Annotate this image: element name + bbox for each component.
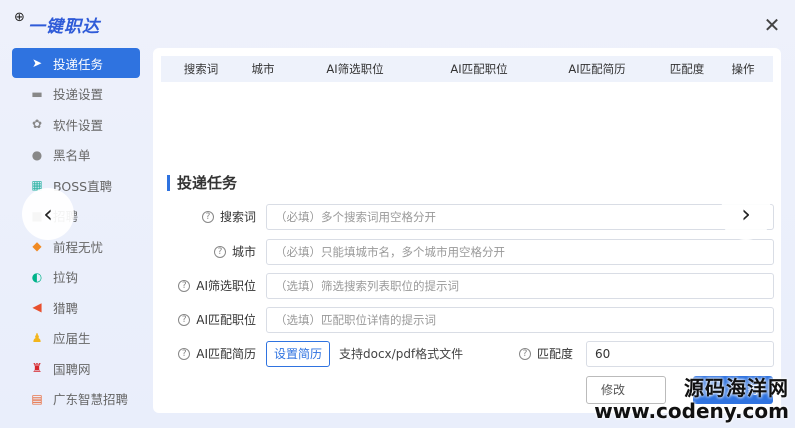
th-ai-filter-job: AI筛选职位 — [326, 62, 384, 76]
th-ai-match-job: AI匹配职位 — [450, 62, 508, 76]
lagou-icon: ◐ — [31, 269, 43, 284]
city-input[interactable]: （必填）只能填城市名，多个城市用空格分开 — [266, 239, 774, 265]
briefcase-icon: ▬ — [31, 86, 43, 101]
field-label: ? 搜索词 — [201, 204, 256, 230]
field-label: ? 城市 — [213, 239, 256, 265]
th-ai-match-resume: AI匹配简历 — [568, 62, 626, 76]
watermark-url: www.codeny.com — [594, 399, 789, 423]
help-icon[interactable]: ? — [178, 314, 191, 326]
sidebar-item-label: 投递设置 — [53, 87, 104, 102]
paper-plane-icon: ➤ — [31, 56, 43, 70]
sidebar-item[interactable]: ▤ 广东智慧招聘 — [12, 384, 140, 414]
sidebar-item-label: 应届生 — [53, 331, 91, 346]
graduate-icon: ♟ — [31, 330, 43, 345]
app-window: ⊕ 一键职达 ✕ ➤投递任务▬投递设置✿软件设置●黑名单▦BOSS直聘■招聘◆前… — [0, 0, 795, 428]
set-resume-button[interactable]: 设置简历 — [266, 341, 331, 367]
sidebar-item[interactable]: ◀ 猎聘 — [12, 292, 140, 322]
sidebar-item[interactable]: ✿ 软件设置 — [12, 109, 140, 139]
task-table-header: 搜索词 城市 AI筛选职位 AI匹配职位 AI匹配简历 匹配度 操作 — [161, 56, 773, 82]
sidebar-item-label: 国聘网 — [53, 361, 91, 377]
sidebar-item[interactable]: ● 黑名单 — [12, 140, 140, 170]
app-title: 一键职达 — [28, 16, 100, 37]
gear-icon: ✿ — [31, 117, 43, 131]
next-slide-button[interactable]: › — [720, 188, 772, 240]
sidebar-item-label: 猎聘 — [53, 300, 79, 316]
zoom-in-icon[interactable]: ⊕ — [14, 10, 25, 25]
th-match-degree: 匹配度 — [669, 62, 705, 76]
section-title: 投递任务 — [167, 172, 237, 193]
close-icon[interactable]: ✕ — [761, 14, 783, 36]
watermark-cn: 源码海洋网 — [684, 376, 789, 400]
form-row-ai-match-job: ? AI匹配职位 （选填）匹配职位详情的提示词 — [153, 307, 781, 333]
sidebar-item[interactable]: ➤ 投递任务 — [12, 48, 140, 78]
help-icon[interactable]: ? — [213, 246, 226, 258]
sidebar-item-label: 投递任务 — [53, 56, 104, 72]
sidebar-item[interactable]: ◆ 前程无忧 — [12, 231, 140, 261]
help-icon[interactable]: ? — [178, 348, 191, 360]
field-label: ? AI筛选职位 — [178, 273, 256, 299]
match-degree-input[interactable]: 60 — [586, 341, 774, 367]
resume-format-hint: 支持docx/pdf格式文件 — [339, 347, 464, 361]
help-icon[interactable]: ? — [178, 280, 191, 292]
th-search-term: 搜索词 — [183, 62, 219, 76]
sidebar-item[interactable]: ▬ 投递设置 — [12, 79, 140, 109]
51job-icon: ◆ — [32, 239, 42, 253]
form-row-search-term: ? 搜索词 （必填）多个搜索词用空格分开 — [153, 204, 781, 230]
search-term-input[interactable]: （必填）多个搜索词用空格分开 — [266, 204, 774, 230]
ai-filter-input[interactable]: （选填）筛选搜索列表职位的提示词 — [266, 273, 774, 299]
title-bar: ⊕ 一键职达 — [14, 10, 100, 38]
th-city: 城市 — [251, 62, 275, 76]
sidebar-item-label: 软件设置 — [53, 117, 104, 133]
guopin-icon: ♜ — [31, 361, 43, 375]
help-icon[interactable]: ? — [519, 348, 531, 360]
liepin-icon: ◀ — [32, 300, 42, 314]
guangdong-icon: ▤ — [31, 391, 43, 406]
chevron-left-icon: ‹ — [43, 200, 53, 228]
help-icon[interactable]: ? — [201, 211, 214, 223]
sidebar-item-label: 广东智慧招聘 — [53, 392, 129, 407]
match-degree-label: ? 匹配度 — [519, 341, 573, 367]
ai-match-job-input[interactable]: （选填）匹配职位详情的提示词 — [266, 307, 774, 333]
main-panel: 搜索词 城市 AI筛选职位 AI匹配职位 AI匹配简历 匹配度 操作 投递任务 … — [153, 48, 781, 413]
form-row-ai-filter: ? AI筛选职位 （选填）筛选搜索列表职位的提示词 — [153, 273, 781, 299]
sidebar-item[interactable]: ◐ 拉钩 — [12, 262, 140, 292]
sidebar-item[interactable]: ♟ 应届生 — [12, 323, 140, 353]
chevron-right-icon: › — [741, 200, 751, 228]
sidebar-item-label: 黑名单 — [53, 148, 91, 163]
field-label: ? AI匹配职位 — [178, 307, 256, 333]
mask-icon: ● — [31, 147, 43, 162]
watermark: 源码海洋网 www.codeny.com — [594, 372, 789, 423]
form-row-resume: ? AI匹配简历 设置简历 支持docx/pdf格式文件 ? 匹配度 60 — [153, 341, 781, 367]
field-label: ? AI匹配简历 — [178, 341, 256, 367]
sidebar-item[interactable]: ♜ 国聘网 — [12, 353, 140, 383]
sidebar-item-label: 前程无忧 — [53, 239, 104, 255]
prev-slide-button[interactable]: ‹ — [22, 188, 74, 240]
form-row-city: ? 城市 （必填）只能填城市名，多个城市用空格分开 — [153, 239, 781, 265]
th-actions: 操作 — [731, 62, 755, 76]
sidebar-item-label: 拉钩 — [53, 270, 79, 285]
